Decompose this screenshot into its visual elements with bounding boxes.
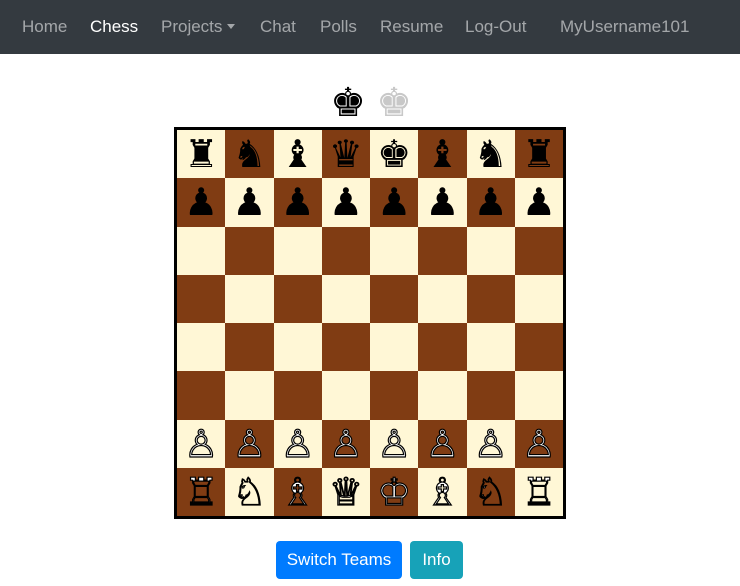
square-d8[interactable]: ♛ (321, 130, 370, 179)
white-king-icon[interactable]: ♚ (372, 80, 416, 126)
square-a6[interactable] (177, 226, 226, 275)
square-a8[interactable]: ♜ (177, 130, 226, 179)
square-h4[interactable] (514, 323, 563, 372)
nav-chess[interactable]: Chess (90, 0, 138, 54)
square-c8[interactable]: ♝ (273, 130, 322, 179)
switch-teams-button[interactable]: Switch Teams (276, 541, 402, 579)
square-g7[interactable]: ♟ (466, 178, 515, 227)
square-a3[interactable] (177, 371, 226, 420)
nav-projects-dropdown[interactable]: Projects (161, 0, 236, 54)
square-e8[interactable]: ♚ (370, 130, 419, 179)
chevron-down-icon (227, 24, 236, 29)
square-d1[interactable]: ♕ (321, 467, 370, 516)
square-d6[interactable] (321, 226, 370, 275)
square-d7[interactable]: ♟ (321, 178, 370, 227)
square-g8[interactable]: ♞ (466, 130, 515, 179)
square-b8[interactable]: ♞ (225, 130, 274, 179)
square-e3[interactable] (370, 371, 419, 420)
nav-home[interactable]: Home (22, 0, 67, 54)
nav-projects-label: Projects (161, 17, 223, 36)
square-c7[interactable]: ♟ (273, 178, 322, 227)
square-a4[interactable] (177, 323, 226, 372)
square-b4[interactable] (225, 323, 274, 372)
square-a2[interactable]: ♙ (177, 419, 226, 468)
square-g2[interactable]: ♙ (466, 419, 515, 468)
square-f8[interactable]: ♝ (418, 130, 467, 179)
square-f4[interactable] (418, 323, 467, 372)
square-g4[interactable] (466, 323, 515, 372)
square-b1[interactable]: ♘ (225, 467, 274, 516)
square-d5[interactable] (321, 274, 370, 323)
square-e7[interactable]: ♟ (370, 178, 419, 227)
square-e5[interactable] (370, 274, 419, 323)
square-b2[interactable]: ♙ (225, 419, 274, 468)
square-e4[interactable] (370, 323, 419, 372)
square-e6[interactable] (370, 226, 419, 275)
square-e2[interactable]: ♙ (370, 419, 419, 468)
square-h6[interactable] (514, 226, 563, 275)
square-h2[interactable]: ♙ (514, 419, 563, 468)
square-h8[interactable]: ♜ (514, 130, 563, 179)
chess-board: ♜ ♞ ♝ ♛ ♚ ♝ ♞ ♜ ♟ ♟ ♟ ♟ ♟ ♟ ♟ ♟ ♙ ♙ ♙ ♙ ♙ ♙ ♙ ♙ ♖ ♘ ♗ ♕ ♔ ♗ ♘ ♖ (174, 127, 566, 519)
nav-polls[interactable]: Polls (320, 0, 357, 54)
nav-username[interactable]: MyUsername101 (560, 0, 689, 54)
square-h1[interactable]: ♖ (514, 467, 563, 516)
square-c2[interactable]: ♙ (273, 419, 322, 468)
info-button[interactable]: Info (410, 541, 463, 579)
square-d2[interactable]: ♙ (321, 419, 370, 468)
square-h7[interactable]: ♟ (514, 178, 563, 227)
square-c6[interactable] (273, 226, 322, 275)
square-f2[interactable]: ♙ (418, 419, 467, 468)
square-c4[interactable] (273, 323, 322, 372)
top-navbar: Home Chess Projects Chat Polls Resume Lo… (0, 0, 740, 54)
nav-resume[interactable]: Resume (380, 0, 443, 54)
square-b7[interactable]: ♟ (225, 178, 274, 227)
team-selector: ♚ ♚ (0, 80, 740, 126)
square-e1[interactable]: ♔ (370, 467, 419, 516)
square-g1[interactable]: ♘ (466, 467, 515, 516)
square-h5[interactable] (514, 274, 563, 323)
square-f7[interactable]: ♟ (418, 178, 467, 227)
square-c5[interactable] (273, 274, 322, 323)
square-g5[interactable] (466, 274, 515, 323)
square-d3[interactable] (321, 371, 370, 420)
square-c1[interactable]: ♗ (273, 467, 322, 516)
nav-logout[interactable]: Log-Out (465, 0, 526, 54)
square-a1[interactable]: ♖ (177, 467, 226, 516)
square-a7[interactable]: ♟ (177, 178, 226, 227)
square-f6[interactable] (418, 226, 467, 275)
square-a5[interactable] (177, 274, 226, 323)
square-c3[interactable] (273, 371, 322, 420)
black-king-icon[interactable]: ♚ (326, 80, 370, 126)
square-f5[interactable] (418, 274, 467, 323)
square-d4[interactable] (321, 323, 370, 372)
square-b3[interactable] (225, 371, 274, 420)
square-b5[interactable] (225, 274, 274, 323)
square-f1[interactable]: ♗ (418, 467, 467, 516)
square-h3[interactable] (514, 371, 563, 420)
nav-chat[interactable]: Chat (260, 0, 296, 54)
square-b6[interactable] (225, 226, 274, 275)
square-f3[interactable] (418, 371, 467, 420)
square-g3[interactable] (466, 371, 515, 420)
square-g6[interactable] (466, 226, 515, 275)
